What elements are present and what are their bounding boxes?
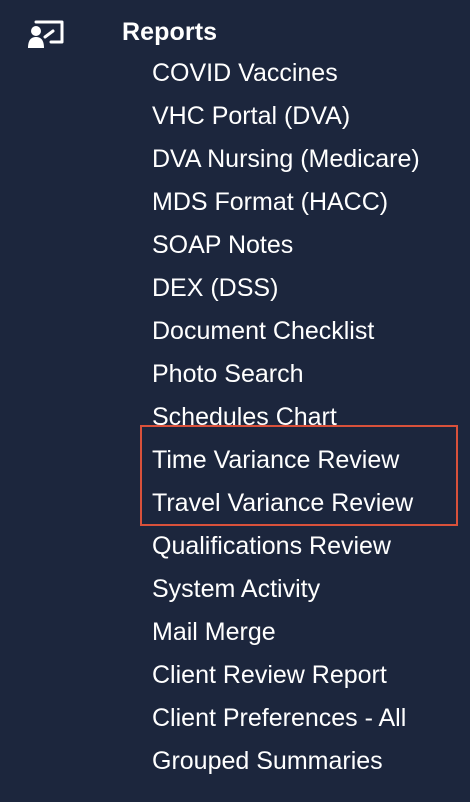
menu-item-travel-variance-review[interactable]: Travel Variance Review [0, 482, 470, 525]
menu-item-qualifications-review[interactable]: Qualifications Review [0, 525, 470, 568]
menu-item-dex[interactable]: DEX (DSS) [0, 267, 470, 310]
menu-item-mds-format[interactable]: MDS Format (HACC) [0, 181, 470, 224]
reports-section-header[interactable]: Reports [0, 10, 470, 54]
menu-item-vhc-portal[interactable]: VHC Portal (DVA) [0, 95, 470, 138]
presentation-user-icon [27, 19, 65, 49]
menu-item-system-activity[interactable]: System Activity [0, 568, 470, 611]
menu-item-client-review-report[interactable]: Client Review Report [0, 654, 470, 697]
reports-title: Reports [122, 18, 218, 46]
menu-item-covid-vaccines[interactable]: COVID Vaccines [0, 52, 470, 95]
menu-item-time-variance-review[interactable]: Time Variance Review [0, 439, 470, 482]
reports-menu-list: COVID Vaccines VHC Portal (DVA) DVA Nurs… [0, 52, 470, 783]
menu-item-dva-nursing[interactable]: DVA Nursing (Medicare) [0, 138, 470, 181]
reports-menu: Reports COVID Vaccines VHC Portal (DVA) … [0, 0, 470, 802]
menu-item-client-preferences-all[interactable]: Client Preferences - All [0, 697, 470, 740]
menu-item-schedules-chart[interactable]: Schedules Chart [0, 396, 470, 439]
menu-item-photo-search[interactable]: Photo Search [0, 353, 470, 396]
menu-item-soap-notes[interactable]: SOAP Notes [0, 224, 470, 267]
menu-item-document-checklist[interactable]: Document Checklist [0, 310, 470, 353]
menu-item-mail-merge[interactable]: Mail Merge [0, 611, 470, 654]
menu-item-grouped-summaries[interactable]: Grouped Summaries [0, 740, 470, 783]
